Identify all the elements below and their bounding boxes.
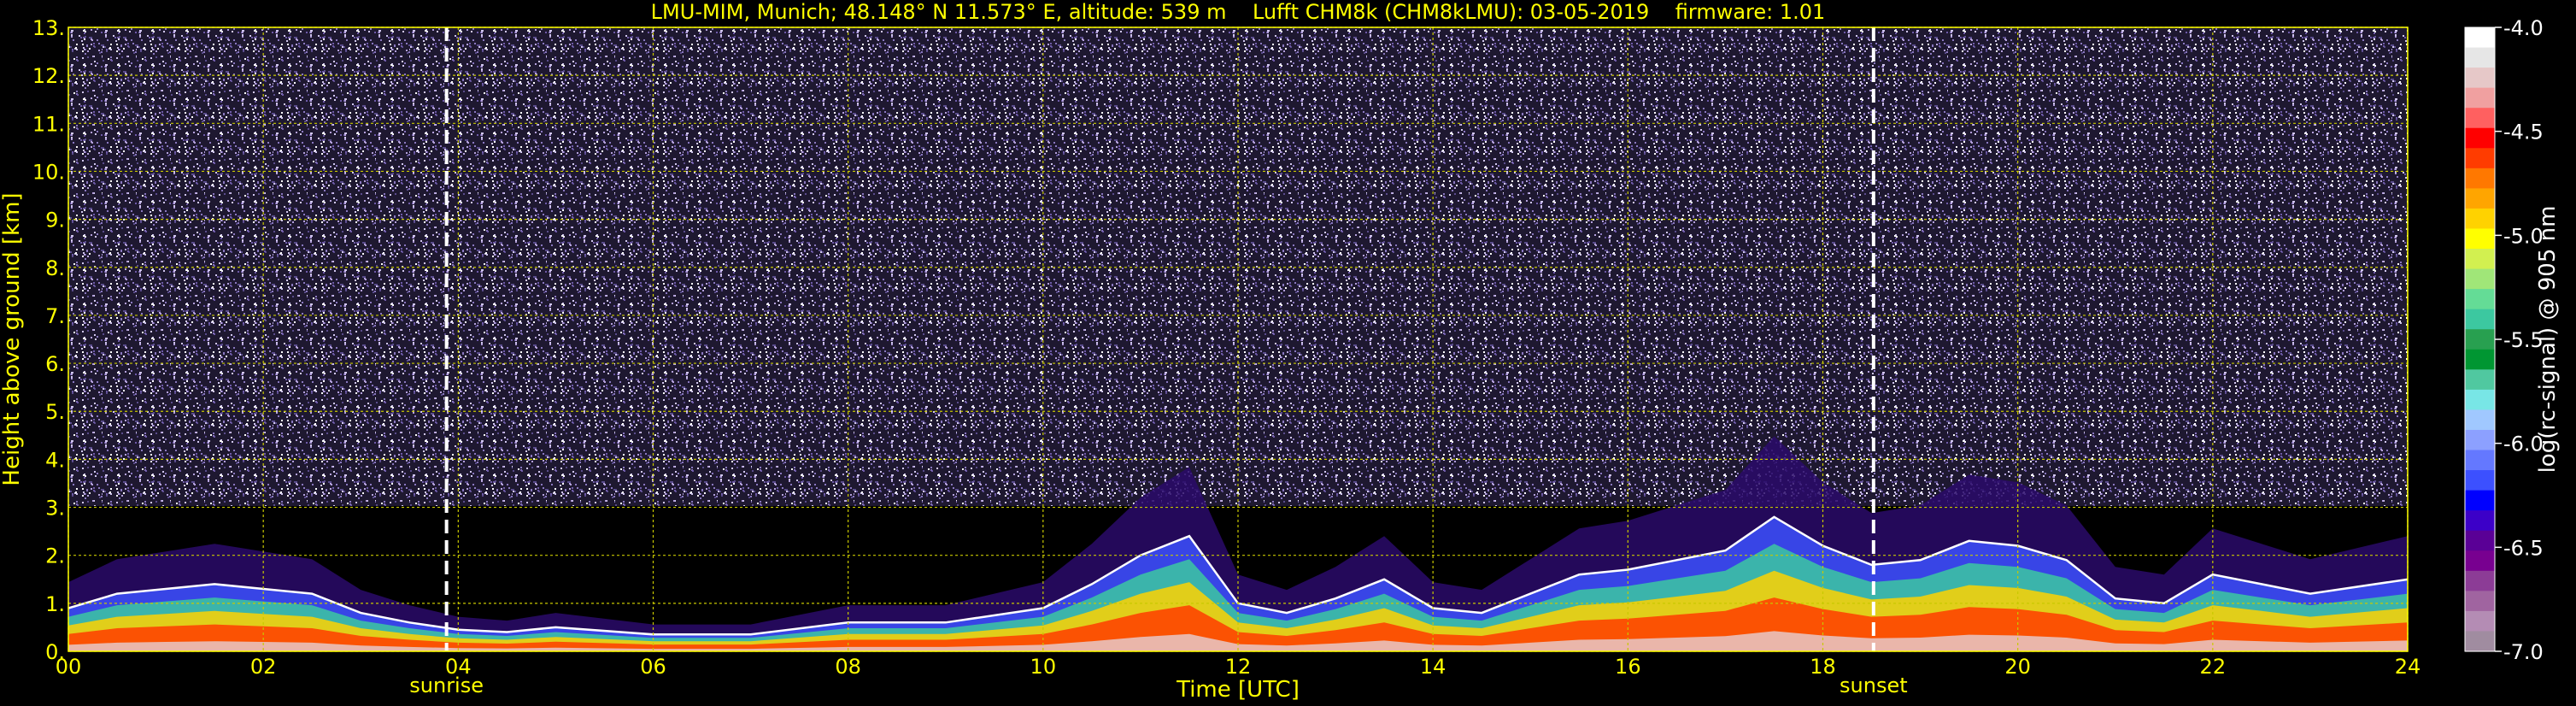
x-tick-label: 20 — [2004, 655, 2031, 679]
y-tick-label: 7. — [45, 304, 65, 328]
colorbar-swatch — [2465, 450, 2495, 471]
colorbar-swatch — [2465, 127, 2495, 149]
colorbar-swatch — [2465, 47, 2495, 68]
colorbar-swatch — [2465, 591, 2495, 612]
chart-title: LMU-MIM, Munich; 48.148° N 11.573° E, al… — [651, 0, 1826, 24]
colorbar-tick-label: -6.5 — [2503, 536, 2544, 560]
colorbar-swatch — [2465, 631, 2495, 652]
colorbar-swatch — [2465, 168, 2495, 189]
y-tick-label: 9. — [45, 209, 65, 232]
y-tick-label: 4. — [45, 448, 65, 472]
colorbar-swatch — [2465, 429, 2495, 451]
y-axis: 0. 1. 2. 3. 4. 5. 6. 7. 8. 9. 10. 11. 12. 13. — [32, 16, 65, 664]
x-tick-label: 16 — [1615, 655, 1641, 679]
y-tick-label: 5. — [45, 400, 65, 424]
y-tick-label: 12. — [32, 64, 65, 88]
colorbar-label: log(rc-signal) @ 905 nm — [2535, 206, 2561, 474]
colorbar-swatch — [2465, 289, 2495, 310]
x-tick-label: 02 — [250, 655, 277, 679]
colorbar-swatch — [2465, 188, 2495, 209]
colorbar-tick-label: -4.5 — [2503, 121, 2544, 144]
y-tick-label: 2. — [45, 544, 65, 568]
colorbar-swatch — [2465, 208, 2495, 230]
y-tick-label: 0. — [45, 640, 65, 664]
colorbar-swatch — [2465, 510, 2495, 532]
x-tick-label: 08 — [835, 655, 861, 679]
y-tick-label: 6. — [45, 352, 65, 376]
colorbar-swatch — [2465, 228, 2495, 250]
colorbar-swatch — [2465, 349, 2495, 370]
x-tick-label: 24 — [2395, 655, 2421, 679]
colorbar-swatch — [2465, 108, 2495, 129]
y-axis-label: Height above ground [km] — [0, 192, 25, 485]
colorbar-swatch — [2465, 68, 2495, 89]
y-tick-label: 1. — [45, 592, 65, 616]
sunset-label: sunset — [1840, 674, 1908, 697]
x-axis-label: Time [UTC] — [1176, 677, 1300, 703]
x-tick-label: 18 — [1810, 655, 1836, 679]
colorbar-swatch — [2465, 610, 2495, 632]
y-tick-label: 8. — [45, 256, 65, 280]
x-tick-label: 14 — [1420, 655, 1446, 679]
x-tick-label: 22 — [2200, 655, 2227, 679]
colorbar-swatch — [2465, 87, 2495, 109]
colorbar-swatch — [2465, 329, 2495, 350]
plot-area — [67, 26, 2409, 652]
colorbar-swatch — [2465, 249, 2495, 270]
x-tick-label: 12 — [1225, 655, 1252, 679]
colorbar-swatch — [2465, 530, 2495, 551]
colorbar — [2464, 26, 2496, 652]
y-tick-label: 3. — [45, 497, 65, 521]
y-tick-label: 10. — [32, 160, 65, 184]
y-tick-label: 13. — [32, 16, 65, 40]
sunrise-label: sunrise — [409, 674, 484, 697]
colorbar-swatch — [2465, 409, 2495, 431]
colorbar-swatch — [2465, 27, 2495, 49]
colorbar-tick-label: -7.0 — [2503, 640, 2544, 664]
colorbar-swatch — [2465, 148, 2495, 169]
colorbar-swatch — [2465, 470, 2495, 491]
colorbar-swatch — [2465, 389, 2495, 411]
colorbar-swatch — [2465, 369, 2495, 391]
colorbar-tick-label: -4.0 — [2503, 16, 2544, 40]
colorbar-swatch — [2465, 570, 2495, 591]
y-tick-label: 11. — [32, 112, 65, 136]
colorbar-swatch — [2465, 309, 2495, 330]
colorbar-swatch — [2465, 550, 2495, 572]
colorbar-swatch — [2465, 490, 2495, 511]
ceilometer-figure: LMU-MIM, Munich; 48.148° N 11.573° E, al… — [0, 0, 2561, 703]
x-tick-label: 10 — [1030, 655, 1057, 679]
colorbar-swatch — [2465, 268, 2495, 290]
x-tick-label: 06 — [640, 655, 666, 679]
